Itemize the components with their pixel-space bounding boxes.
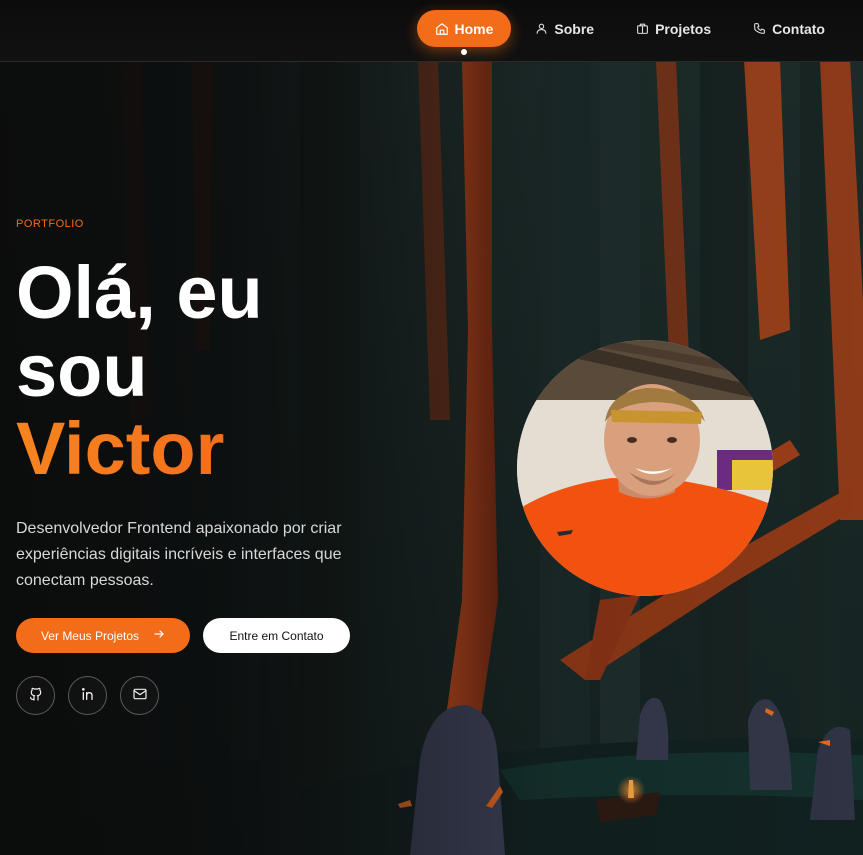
phone-icon bbox=[753, 22, 766, 35]
nav-item-contato[interactable]: Contato bbox=[735, 10, 843, 47]
briefcase-icon bbox=[636, 22, 649, 35]
nav-item-label: Projetos bbox=[655, 20, 712, 37]
hero-bio: Desenvolvedor Frontend apaixonado por cr… bbox=[16, 520, 342, 589]
nav-list: Home Sobre Projetos Contato bbox=[416, 10, 844, 55]
linkedin-icon bbox=[80, 686, 96, 706]
cta-row: Ver Meus Projetos Entre em Contato bbox=[16, 618, 396, 653]
contact-button-label: Entre em Contato bbox=[229, 628, 324, 643]
profile-photo bbox=[517, 340, 773, 596]
github-icon bbox=[28, 686, 44, 706]
home-icon bbox=[435, 22, 449, 36]
hero-headline: Olá, eu sou Victor bbox=[16, 254, 396, 488]
nav-item-label: Sobre bbox=[554, 20, 595, 37]
arrow-right-icon bbox=[153, 628, 165, 643]
portfolio-page: Home Sobre Projetos Contato PORTFOLIO Ol… bbox=[0, 0, 863, 855]
headline-name: Victor bbox=[16, 410, 396, 488]
top-navbar: Home Sobre Projetos Contato bbox=[0, 0, 863, 62]
hero-eyebrow: PORTFOLIO bbox=[16, 218, 84, 230]
mail-link[interactable] bbox=[120, 676, 159, 715]
mail-icon bbox=[132, 686, 148, 706]
github-link[interactable] bbox=[16, 676, 55, 715]
nav-item-home[interactable]: Home bbox=[416, 10, 512, 55]
view-projects-button[interactable]: Ver Meus Projetos bbox=[16, 618, 190, 653]
headline-line-1: Olá, eu bbox=[16, 251, 263, 334]
hero-section: PORTFOLIO Olá, eu sou Victor Desenvolved… bbox=[16, 218, 396, 715]
linkedin-link[interactable] bbox=[68, 676, 107, 715]
nav-item-label: Contato bbox=[772, 20, 825, 37]
headline-line-2: sou bbox=[16, 329, 148, 412]
view-projects-label: Ver Meus Projetos bbox=[40, 628, 140, 643]
nav-item-sobre[interactable]: Sobre bbox=[517, 10, 612, 47]
contact-button[interactable]: Entre em Contato bbox=[203, 618, 350, 653]
user-icon bbox=[535, 22, 548, 35]
nav-item-projetos[interactable]: Projetos bbox=[618, 10, 729, 47]
active-indicator-dot bbox=[460, 49, 467, 55]
nav-item-label: Home bbox=[454, 20, 494, 37]
social-links bbox=[16, 676, 396, 715]
